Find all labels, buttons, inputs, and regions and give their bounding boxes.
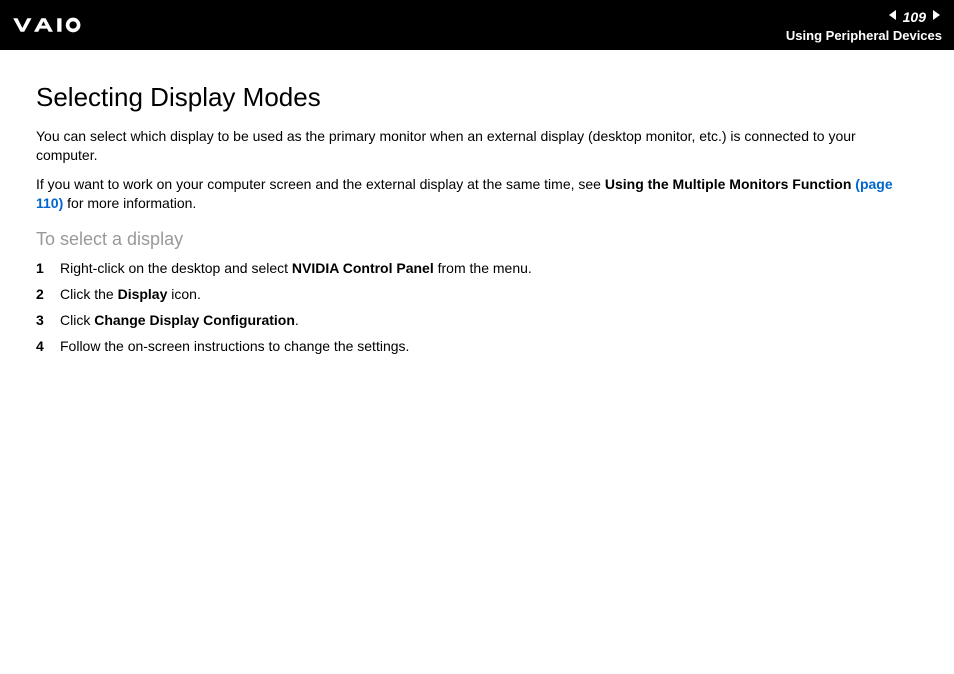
section-name: Using Peripheral Devices bbox=[786, 28, 942, 43]
step-bold-text: Change Display Configuration bbox=[94, 312, 295, 328]
step-text: Click the Display icon. bbox=[60, 286, 918, 302]
step-plain-text: from the menu. bbox=[434, 260, 532, 276]
subheading: To select a display bbox=[36, 229, 918, 250]
step-item: 3Click Change Display Configuration. bbox=[36, 312, 918, 328]
page-title: Selecting Display Modes bbox=[36, 82, 918, 113]
step-plain-text: Right-click on the desktop and select bbox=[60, 260, 292, 276]
step-plain-text: icon. bbox=[167, 286, 200, 302]
header-bar: 109 Using Peripheral Devices bbox=[0, 0, 954, 50]
step-text: Click Change Display Configuration. bbox=[60, 312, 918, 328]
step-bold-text: NVIDIA Control Panel bbox=[292, 260, 434, 276]
page-number: 109 bbox=[903, 9, 926, 25]
step-text: Follow the on-screen instructions to cha… bbox=[60, 338, 918, 354]
step-number: 4 bbox=[36, 338, 60, 354]
step-plain-text: Follow the on-screen instructions to cha… bbox=[60, 338, 409, 354]
step-bold-text: Display bbox=[118, 286, 168, 302]
step-plain-text: . bbox=[295, 312, 299, 328]
step-item: 2Click the Display icon. bbox=[36, 286, 918, 302]
intro-paragraph: You can select which display to be used … bbox=[36, 127, 918, 165]
step-number: 3 bbox=[36, 312, 60, 328]
page-content: Selecting Display Modes You can select w… bbox=[0, 50, 954, 396]
step-text: Right-click on the desktop and select NV… bbox=[60, 260, 918, 276]
step-plain-text: Click the bbox=[60, 286, 118, 302]
see-also-paragraph: If you want to work on your computer scr… bbox=[36, 175, 918, 213]
nav-next-icon[interactable] bbox=[930, 8, 942, 26]
see-also-bold: Using the Multiple Monitors Function bbox=[605, 176, 852, 192]
nav-prev-icon[interactable] bbox=[887, 8, 899, 26]
step-item: 4Follow the on-screen instructions to ch… bbox=[36, 338, 918, 354]
see-also-prefix: If you want to work on your computer scr… bbox=[36, 176, 605, 192]
header-right: 109 Using Peripheral Devices bbox=[786, 8, 942, 43]
vaio-logo bbox=[12, 14, 122, 36]
step-number: 2 bbox=[36, 286, 60, 302]
steps-list: 1Right-click on the desktop and select N… bbox=[36, 260, 918, 354]
step-item: 1Right-click on the desktop and select N… bbox=[36, 260, 918, 276]
step-plain-text: Click bbox=[60, 312, 94, 328]
page-nav: 109 bbox=[786, 8, 942, 26]
see-also-suffix: for more information. bbox=[63, 195, 196, 211]
step-number: 1 bbox=[36, 260, 60, 276]
